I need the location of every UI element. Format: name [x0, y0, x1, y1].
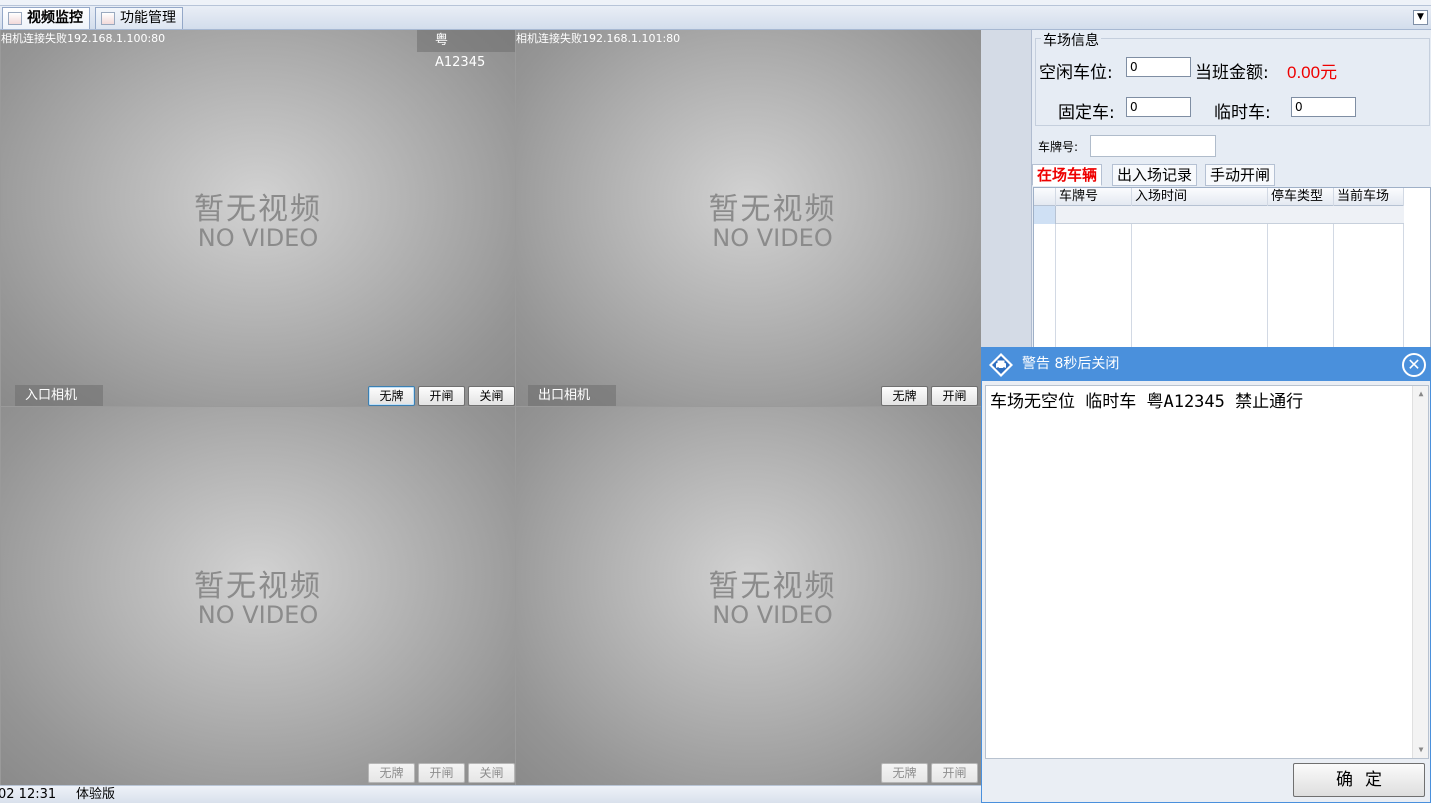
- fixed-car-label: 固定车:: [1058, 103, 1115, 123]
- function-management-icon: [101, 12, 115, 25]
- tab-function-management[interactable]: 功能管理: [95, 7, 183, 29]
- camera-status-text: 相机连接失败192.168.1.100:80: [1, 32, 166, 45]
- fixed-car-field: 0: [1126, 97, 1191, 117]
- tab-entry-exit-records[interactable]: 出入场记录: [1112, 164, 1198, 186]
- video-monitor-icon: [8, 12, 22, 25]
- shift-amount-value: 0.00元: [1287, 63, 1338, 82]
- camera-label: 出口相机: [528, 385, 616, 406]
- close-gate-button[interactable]: 关闸: [468, 386, 515, 406]
- no-plate-button[interactable]: 无牌: [881, 763, 928, 783]
- ok-button[interactable]: 确定: [1293, 763, 1425, 797]
- row-selector[interactable]: [1034, 206, 1056, 224]
- no-plate-button[interactable]: 无牌: [368, 763, 415, 783]
- open-gate-button[interactable]: 开闸: [931, 386, 978, 406]
- no-video-text-en: NO VIDEO: [712, 224, 833, 252]
- tab-label: 功能管理: [120, 10, 176, 26]
- no-video-text-cn: 暂无视频: [194, 192, 322, 227]
- close-icon[interactable]: ✕: [1402, 353, 1426, 377]
- dialog-message: 车场无空位 临时车 粤A12345 禁止通行: [990, 392, 1304, 412]
- video-cell-entrance[interactable]: 暂无视频 NO VIDEO 相机连接失败192.168.1.100:80 粤A1…: [1, 30, 515, 406]
- open-gate-button[interactable]: 开闸: [931, 763, 978, 783]
- tab-vehicles-in-lot[interactable]: 在场车辆: [1032, 164, 1103, 186]
- video-cell-exit[interactable]: 暂无视频 NO VIDEO 相机连接失败192.168.1.101:80 出口相…: [516, 30, 981, 406]
- no-plate-button[interactable]: 无牌: [881, 386, 928, 406]
- status-bar: 02 12:31 体验版: [0, 785, 981, 803]
- car-warning-icon: [989, 353, 1013, 377]
- temp-car-label: 临时车:: [1214, 103, 1271, 123]
- dialog-title: 警告 8秒后关闭: [1022, 356, 1120, 372]
- shift-amount-label: 当班金额:: [1195, 63, 1269, 83]
- scroll-up-icon[interactable]: ▲: [1413, 386, 1429, 402]
- status-time: 02 12:31: [0, 787, 57, 802]
- close-gate-button[interactable]: 关闸: [468, 763, 515, 783]
- no-plate-button[interactable]: 无牌: [368, 386, 415, 406]
- temp-car-field: 0: [1291, 97, 1356, 117]
- warning-dialog: 警告 8秒后关闭 ✕ 车场无空位 临时车 粤A12345 禁止通行 ▲ ▼ 确定: [981, 347, 1431, 803]
- chevron-down-icon[interactable]: ▼: [1413, 10, 1428, 25]
- status-edition: 体验版: [76, 787, 116, 802]
- camera-label: 入口相机: [15, 385, 103, 406]
- no-video-text-cn: 暂无视频: [708, 192, 837, 227]
- tab-video-monitor[interactable]: 视频监控: [2, 7, 90, 29]
- dialog-header: 警告 8秒后关闭 ✕: [982, 348, 1430, 381]
- main-tabbar: 视频监控 功能管理 ▼: [0, 6, 1431, 30]
- camera-status-text: 相机连接失败192.168.1.101:80: [516, 32, 681, 45]
- plate-search-input[interactable]: [1090, 135, 1216, 157]
- video-grid: 暂无视频 NO VIDEO 相机连接失败192.168.1.100:80 粤A1…: [0, 30, 981, 785]
- no-video-text-en: NO VIDEO: [197, 224, 319, 252]
- plate-search-label: 车牌号:: [1038, 140, 1079, 154]
- open-gate-button[interactable]: 开闸: [418, 386, 465, 406]
- dialog-message-box[interactable]: 车场无空位 临时车 粤A12345 禁止通行 ▲ ▼: [985, 385, 1429, 759]
- tab-manual-open-gate[interactable]: 手动开闸: [1205, 164, 1276, 186]
- lot-info-group: 车场信息 空闲车位: 0 当班金额: 0.00元 固定车: 0 临时车: 0: [1035, 30, 1430, 126]
- no-video-text-en: NO VIDEO: [712, 601, 833, 629]
- free-spaces-field: 0: [1126, 57, 1191, 77]
- video-cell-3[interactable]: 暂无视频 NO VIDEO 无牌 开闸 关闸: [1, 407, 515, 785]
- open-gate-button[interactable]: 开闸: [418, 763, 465, 783]
- lot-info-title: 车场信息: [1041, 30, 1101, 50]
- video-cell-4[interactable]: 暂无视频 NO VIDEO 无牌 开闸: [516, 407, 981, 785]
- free-spaces-label: 空闲车位:: [1039, 63, 1113, 83]
- tab-label: 视频监控: [27, 10, 83, 26]
- dialog-scrollbar[interactable]: ▲ ▼: [1412, 386, 1428, 758]
- no-video-text-cn: 暂无视频: [708, 569, 837, 604]
- no-video-text-cn: 暂无视频: [194, 569, 322, 604]
- no-video-text-en: NO VIDEO: [197, 601, 319, 629]
- scroll-down-icon[interactable]: ▼: [1413, 742, 1429, 758]
- table-row[interactable]: [1034, 206, 1404, 224]
- plate-overlay: 粤A12345: [417, 30, 515, 70]
